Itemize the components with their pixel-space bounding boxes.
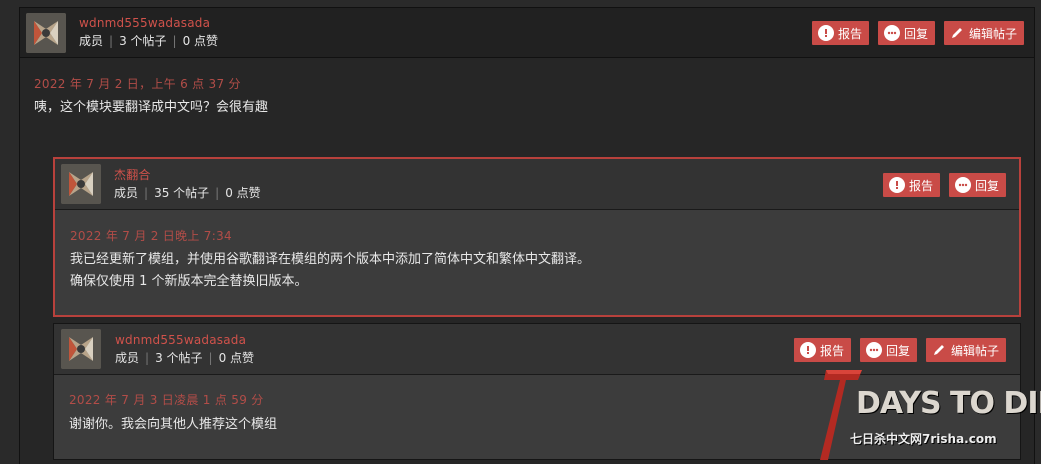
exclamation-icon [888, 177, 905, 193]
divider: | [145, 350, 150, 365]
user-stats: 成员 | 3 个帖子 | 0 点赞 [79, 34, 218, 49]
reply-actions: 报告 回复 编辑帖子 [793, 338, 1006, 362]
divider: | [172, 34, 177, 48]
avatar[interactable] [61, 164, 101, 204]
watermark-subtitle: 七日杀中文网7risha.com [850, 432, 997, 446]
edit-post-button[interactable]: 编辑帖子 [925, 338, 1006, 362]
post-count: 3 个帖子 [155, 350, 203, 365]
reply-header: 杰翻合 成员 | 35 个帖子 | 0 点赞 报告 回复 [55, 159, 1019, 210]
post-count: 35 个帖子 [154, 185, 210, 200]
reply-actions: 报告 回复 [882, 173, 1006, 197]
chat-bubble-icon [954, 177, 971, 193]
avatar-image [61, 329, 101, 369]
divider: | [215, 185, 220, 200]
report-button[interactable]: 报告 [793, 338, 851, 362]
username-link[interactable]: wdnmd555wadasada [79, 16, 218, 31]
report-button[interactable]: 报告 [811, 21, 869, 45]
pencil-icon [932, 343, 946, 357]
report-label: 报告 [819, 343, 844, 358]
exclamation-icon [799, 342, 816, 358]
chat-bubble-icon [865, 342, 882, 358]
edit-post-button[interactable]: 编辑帖子 [943, 21, 1024, 45]
post-actions: 报告 回复 编辑帖子 [811, 21, 1024, 45]
divider: | [208, 350, 213, 365]
reply-button[interactable]: 回复 [877, 21, 935, 45]
chat-bubble-icon [883, 25, 900, 41]
avatar-image [26, 12, 66, 53]
username-link[interactable]: 杰翻合 [114, 168, 261, 183]
edit-label: 编辑帖子 [968, 26, 1017, 41]
post-count: 3 个帖子 [119, 34, 167, 48]
report-label: 报告 [908, 178, 933, 193]
reply-body-line-1: 我已经更新了模组，并使用谷歌翻译在模组的两个版本中添加了简体中文和繁体中文翻译。 [70, 252, 591, 267]
reply-label: 回复 [885, 343, 910, 358]
reply-button[interactable]: 回复 [948, 173, 1006, 197]
report-button[interactable]: 报告 [882, 173, 940, 197]
post-body: 咦，这个模块要翻译成中文吗？会很有趣 [34, 100, 269, 115]
avatar[interactable] [61, 329, 101, 369]
like-count: 0 点赞 [225, 185, 261, 200]
reply-date: 2022 年 7 月 2 日晚上 7:34 [70, 229, 232, 243]
user-stats: 成员 | 35 个帖子 | 0 点赞 [114, 186, 261, 201]
reply-date: 2022 年 7 月 3 日凌晨 1 点 59 分 [69, 393, 264, 407]
avatar[interactable] [26, 12, 66, 53]
watermark-title: DAYS TO DIE [856, 386, 1041, 421]
username-link[interactable]: wdnmd555wadasada [115, 333, 254, 348]
watermark-logo: DAYS TO DIE 七日杀中文网7risha.com [818, 366, 1041, 464]
edit-label: 编辑帖子 [950, 343, 999, 358]
reply-label: 回复 [903, 26, 928, 41]
reply-label: 回复 [974, 178, 999, 193]
report-label: 报告 [837, 26, 862, 41]
reply-button[interactable]: 回复 [859, 338, 917, 362]
divider: | [109, 34, 114, 48]
post-date: 2022 年 7 月 2 日，上午 6 点 37 分 [34, 77, 241, 91]
like-count: 0 点赞 [218, 350, 255, 365]
reply-body: 谢谢你。我会向其他人推荐这个模组 [69, 417, 278, 432]
user-stats: 成员 | 3 个帖子 | 0 点赞 [115, 351, 254, 366]
like-count: 0 点赞 [182, 34, 219, 48]
pencil-icon [950, 26, 964, 40]
user-role: 成员 [79, 34, 104, 48]
divider: | [144, 185, 149, 200]
avatar-image [61, 164, 101, 204]
reply-body-line-2: 确保仅使用 1 个新版本完全替换旧版本。 [70, 274, 308, 289]
user-role: 成员 [115, 350, 140, 365]
exclamation-icon [817, 25, 834, 41]
post-header: wdnmd555wadasada 成员 | 3 个帖子 | 0 点赞 报告 回复 编辑帖… [20, 8, 1034, 58]
quoted-reply: 杰翻合 成员 | 35 个帖子 | 0 点赞 报告 回复 2022 年 7 月 2 日晚… [53, 157, 1021, 317]
user-role: 成员 [114, 185, 139, 200]
